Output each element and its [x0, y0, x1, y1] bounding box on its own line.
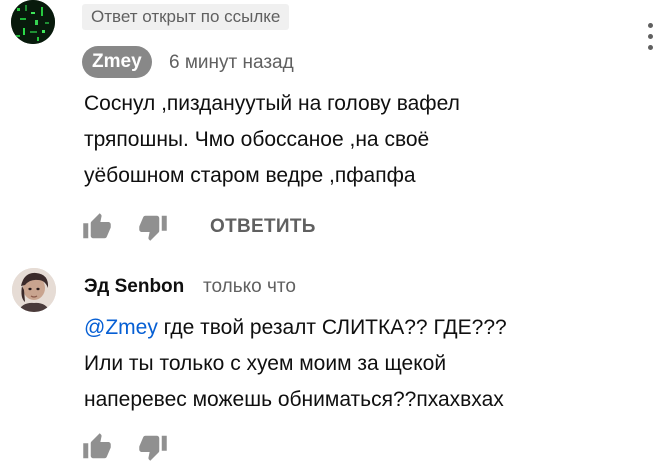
comment-line-text: где твой резалт СЛИТКА?? ГДЕ???	[157, 316, 507, 339]
comment-timestamp[interactable]: только что	[203, 274, 296, 300]
comment-line: тряпошны. Чмо обоссаное ,на своё	[84, 128, 430, 151]
thumb-up-icon[interactable]	[82, 432, 112, 462]
comment-line: наперевес можешь обниматься??пхахвхах	[84, 388, 504, 411]
comment-body: @Zmey где твой резалт СЛИТКА?? ГДЕ??? Ил…	[84, 310, 507, 418]
comment-line: @Zmey где твой резалт СЛИТКА?? ГДЕ???	[84, 310, 507, 346]
more-vertical-icon[interactable]	[638, 19, 662, 55]
comment-line: Соснул ,пиздануутый на голову вафел	[84, 92, 460, 115]
comment-body: Соснул ,пиздануутый на голову вафел тряп…	[84, 86, 460, 194]
avatar-ed-senbon[interactable]	[12, 268, 56, 312]
author-chip-zmey[interactable]: Zmey	[82, 46, 152, 78]
comment-line: уёбошном старом ведре ,пфапфа	[84, 164, 416, 187]
comment-timestamp[interactable]: 6 минут назад	[169, 50, 294, 76]
thumb-down-icon[interactable]	[138, 432, 168, 462]
comment-author[interactable]: Эд Senbon	[84, 274, 184, 300]
avatar-zmey[interactable]	[11, 0, 55, 44]
thumb-down-icon[interactable]	[138, 212, 168, 242]
opened-by-link-badge: Ответ открыт по ссылке	[82, 4, 290, 30]
comment-line: Или ты только с хуем моим за щекой	[84, 352, 447, 375]
mention-link[interactable]: @Zmey	[84, 316, 158, 339]
reply-button[interactable]: ОТВЕТИТЬ	[210, 212, 316, 242]
thumb-up-icon[interactable]	[82, 212, 112, 242]
